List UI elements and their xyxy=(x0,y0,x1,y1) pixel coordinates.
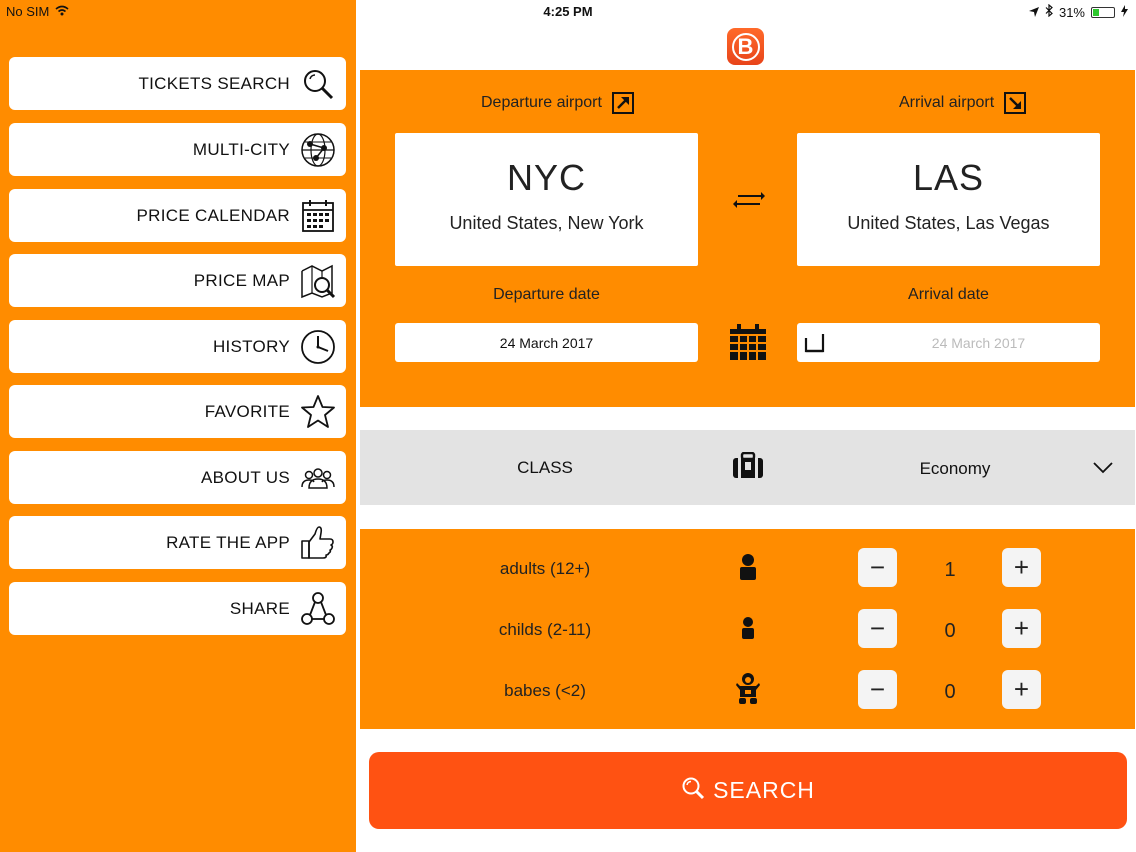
babes-decrement-button[interactable]: − xyxy=(858,670,897,709)
globe-network-icon xyxy=(300,132,336,168)
arrival-airport-city: United States, Las Vegas xyxy=(847,213,1050,233)
location-icon xyxy=(1028,5,1039,20)
menu-item-label: RATE THE APP xyxy=(166,532,290,552)
share-icon xyxy=(300,591,336,627)
adult-icon xyxy=(732,551,764,583)
class-selector[interactable]: CLASS Economy xyxy=(360,430,1135,505)
departure-date-field[interactable]: 24 March 2017 xyxy=(395,323,698,362)
star-icon xyxy=(300,394,336,430)
menu-item-history[interactable]: HISTORY xyxy=(9,320,346,373)
search-button[interactable]: SEARCH xyxy=(369,752,1127,829)
menu-item-price-map[interactable]: PRICE MAP xyxy=(9,254,346,307)
child-icon xyxy=(732,612,764,644)
group-icon xyxy=(300,460,336,496)
swap-airports-icon[interactable] xyxy=(733,190,765,210)
return-checkbox[interactable] xyxy=(804,332,825,353)
bluetooth-icon xyxy=(1045,3,1053,20)
departure-date-label: Departure date xyxy=(493,286,600,303)
landing-arrow-icon xyxy=(1004,92,1027,114)
departure-airport-field[interactable]: NYC United States, New York xyxy=(395,133,698,266)
chevron-down-icon[interactable] xyxy=(1093,461,1113,479)
arrival-airport-header: Arrival airport xyxy=(899,92,1027,114)
status-bar: No SIM 4:25 PM 31% xyxy=(0,0,1136,24)
menu-item-label: FAVORITE xyxy=(204,401,290,421)
class-label: CLASS xyxy=(517,458,573,477)
search-icon xyxy=(681,776,705,806)
adults-increment-button[interactable]: + xyxy=(1002,548,1041,587)
departure-airport-header: Departure airport xyxy=(481,92,634,114)
departure-date-value: 24 March 2017 xyxy=(499,334,594,351)
childs-increment-button[interactable]: + xyxy=(1002,609,1041,648)
departure-airport-city: United States, New York xyxy=(449,213,644,233)
adults-count: 1 xyxy=(944,559,956,581)
calendar-icon xyxy=(300,198,336,234)
menu-item-label: ABOUT US xyxy=(201,467,290,487)
babes-count: 0 xyxy=(944,681,956,703)
menu-item-label: MULTI-CITY xyxy=(192,139,290,159)
departure-airport-code: NYC xyxy=(506,157,586,198)
passenger-label: adults (12+) xyxy=(499,559,591,578)
battery-percent: 31% xyxy=(1058,4,1085,20)
menu-item-label: HISTORY xyxy=(212,336,290,356)
baby-icon xyxy=(732,673,764,705)
menu-item-multi-city[interactable]: MULTI-CITY xyxy=(9,123,346,176)
clock-icon xyxy=(300,329,336,365)
search-button-label: SEARCH xyxy=(713,777,815,803)
childs-count: 0 xyxy=(944,620,956,642)
menu-item-label: PRICE MAP xyxy=(193,270,290,290)
passenger-row-babes: babes (<2) − 0 + xyxy=(360,661,1135,721)
menu-item-rate-the-app[interactable]: RATE THE APP xyxy=(9,516,346,569)
passengers-panel: adults (12+) − 1 + childs (2-11) − 0 + b… xyxy=(360,529,1135,729)
menu-item-label: TICKETS SEARCH xyxy=(138,73,290,93)
arrival-airport-label: Arrival airport xyxy=(899,94,995,111)
menu-item-share[interactable]: SHARE xyxy=(9,582,346,635)
menu-item-label: SHARE xyxy=(229,598,290,618)
menu-item-favorite[interactable]: FAVORITE xyxy=(9,385,346,438)
arrival-date-label: Arrival date xyxy=(908,286,989,303)
battery-level xyxy=(1093,8,1100,16)
sidebar: TICKETS SEARCH MULTI-CITY PRICE CALENDAR… xyxy=(0,0,356,852)
menu-item-label: PRICE CALENDAR xyxy=(136,205,290,225)
app-logo: B xyxy=(727,28,764,65)
adults-decrement-button[interactable]: − xyxy=(858,548,897,587)
charging-icon xyxy=(1121,4,1128,20)
arrival-date-value: 24 March 2017 xyxy=(931,334,1026,351)
childs-decrement-button[interactable]: − xyxy=(858,609,897,648)
menu-item-about-us[interactable]: ABOUT US xyxy=(9,451,346,504)
menu-item-tickets-search[interactable]: TICKETS SEARCH xyxy=(9,57,346,110)
passenger-label: childs (2-11) xyxy=(498,620,592,639)
class-value: Economy xyxy=(919,459,991,478)
arrival-airport-code: LAS xyxy=(912,157,985,198)
map-search-icon xyxy=(300,263,336,299)
battery-icon xyxy=(1091,6,1115,18)
passenger-label: babes (<2) xyxy=(504,681,586,700)
passenger-row-childs: childs (2-11) − 0 + xyxy=(360,600,1135,660)
departure-airport-label: Departure airport xyxy=(481,94,602,111)
takeoff-arrow-icon xyxy=(611,92,634,114)
calendar-icon[interactable] xyxy=(729,324,767,361)
thumbs-up-icon xyxy=(300,525,336,561)
clock-time: 4:25 PM xyxy=(543,4,593,19)
app-logo-letter: B xyxy=(731,32,760,61)
route-panel: Departure airport Arrival airport NYC Un… xyxy=(360,70,1135,407)
search-icon xyxy=(300,66,336,102)
arrival-airport-field[interactable]: LAS United States, Las Vegas xyxy=(797,133,1100,266)
babes-increment-button[interactable]: + xyxy=(1002,670,1041,709)
menu-item-price-calendar[interactable]: PRICE CALENDAR xyxy=(9,189,346,242)
arrival-date-field[interactable]: 24 March 2017 xyxy=(797,323,1100,362)
suitcase-icon xyxy=(732,451,764,485)
passenger-row-adults: adults (12+) − 1 + xyxy=(360,539,1135,599)
